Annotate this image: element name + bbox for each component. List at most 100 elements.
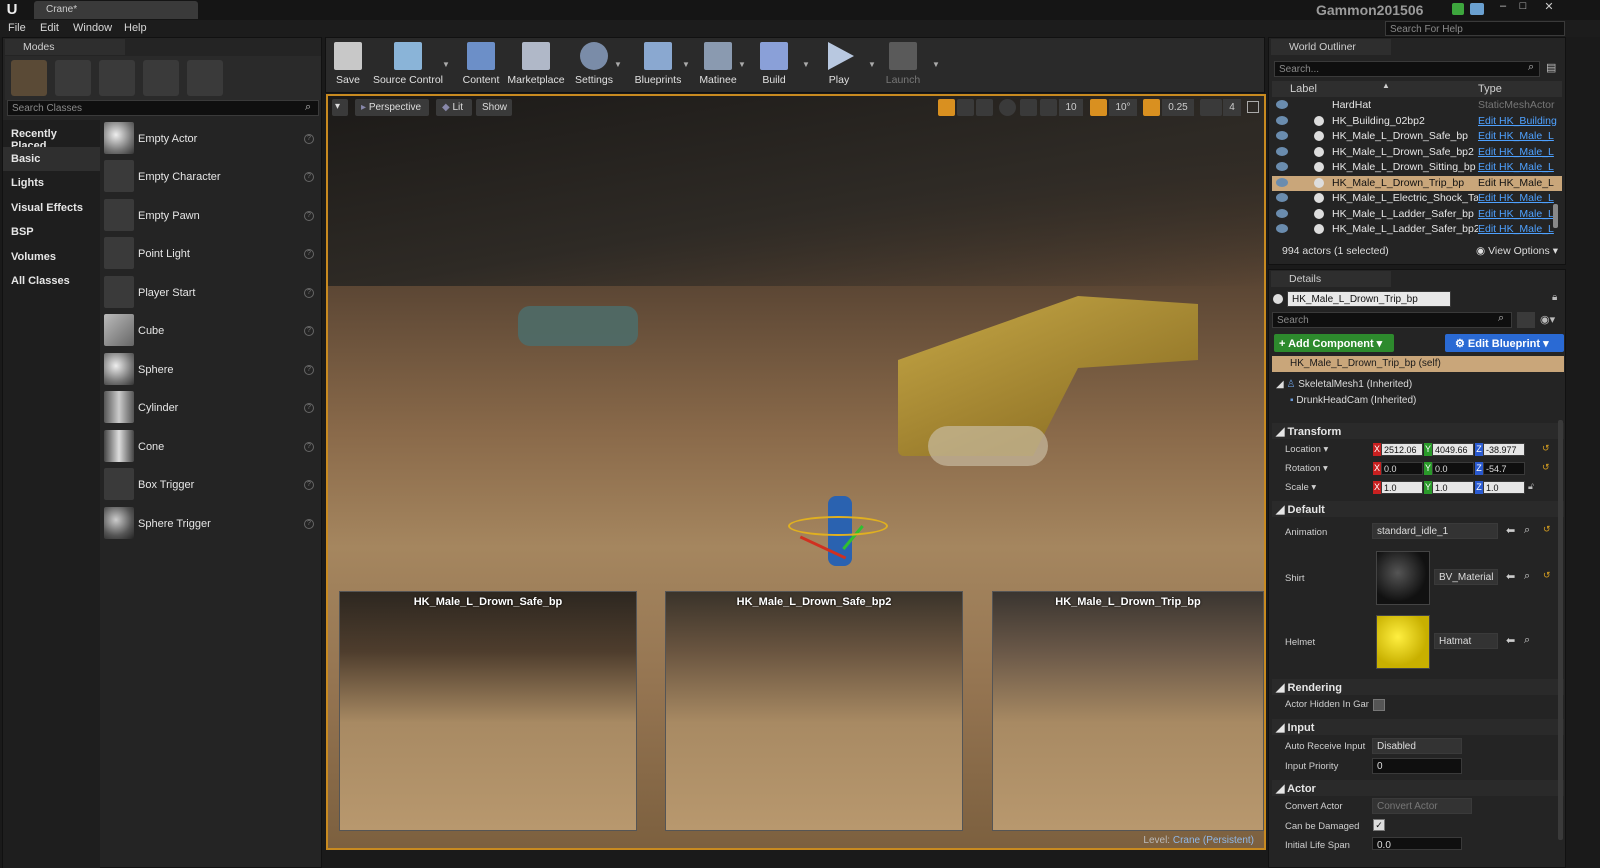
content-button[interactable]: Content (458, 40, 504, 90)
view-options-button[interactable]: ◉ View Options ▾ (1476, 245, 1558, 257)
actor-type[interactable]: Edit HK_Building (1478, 115, 1558, 127)
outliner-scrollbar[interactable] (1553, 204, 1558, 228)
matinee-button[interactable]: Matinee (696, 40, 740, 90)
table-row[interactable]: HK_Male_L_Drown_Safe_bp Edit HK_Male_L (1272, 129, 1562, 144)
visibility-eye-icon[interactable] (1276, 193, 1288, 202)
location-y-field[interactable]: 4049.66 (1432, 443, 1474, 456)
table-row[interactable]: HK_Male_L_Ladder_Safer_bp Edit HK_Male_L (1272, 207, 1562, 222)
rendering-section-header[interactable]: ◢ Rendering (1272, 679, 1564, 695)
actor-hidden-checkbox[interactable] (1373, 699, 1385, 711)
help-icon[interactable]: ? (304, 480, 314, 490)
scale-lock-icon[interactable]: 🔓︎ (1528, 481, 1534, 492)
location-label[interactable]: Location ▾ (1285, 444, 1328, 455)
scale-z-field[interactable]: 1.0 (1483, 481, 1525, 494)
scale-x-field[interactable]: 1.0 (1381, 481, 1423, 494)
rotation-z-field[interactable]: -54.7 (1483, 462, 1525, 475)
help-icon[interactable]: ? (304, 172, 314, 182)
paint-mode-icon[interactable] (55, 60, 91, 96)
foliage-mode-icon[interactable] (143, 60, 179, 96)
menu-help[interactable]: Help (124, 22, 147, 34)
category-bsp[interactable]: BSP (3, 220, 100, 244)
auto-receive-input-dropdown[interactable]: Disabled (1372, 738, 1462, 754)
viewport-menu-button[interactable]: ▾ (332, 99, 348, 116)
table-row[interactable]: HK_Male_L_Drown_Sitting_bp Edit HK_Male_L (1272, 160, 1562, 175)
settings-dropdown-icon[interactable]: ▼ (614, 60, 622, 69)
help-icon[interactable]: ? (304, 249, 314, 259)
surface-snap-icon[interactable] (1020, 99, 1037, 116)
scale-y-field[interactable]: 1.0 (1432, 481, 1474, 494)
actor-name-field[interactable]: HK_Male_L_Drown_Trip_bp (1287, 291, 1451, 307)
sort-ascending-icon[interactable]: ▲ (1382, 81, 1390, 90)
category-recently-placed[interactable]: Recently Placed (3, 122, 100, 152)
rotation-y-field[interactable]: 0.0 (1432, 462, 1474, 475)
visibility-eye-icon[interactable] (1276, 100, 1288, 109)
rotation-snap-icon[interactable] (1090, 99, 1107, 116)
source-control-button[interactable]: Source Control (370, 40, 446, 90)
visibility-eye-icon[interactable] (1276, 115, 1288, 125)
help-icon[interactable]: ? (304, 403, 314, 413)
rotation-label[interactable]: Rotation ▾ (1285, 463, 1328, 474)
document-tab[interactable]: Crane* (34, 1, 198, 19)
visibility-eye-icon[interactable] (1276, 224, 1288, 233)
visibility-eye-icon[interactable] (1276, 131, 1288, 140)
list-item[interactable]: Empty Pawn? (104, 199, 318, 233)
table-row[interactable]: HK_Male_L_Ladder_Safer_bp2 Edit HK_Male_L (1272, 222, 1562, 237)
maximize-button[interactable]: □ (1514, 0, 1532, 14)
search-classes-input[interactable]: Search Classes (7, 100, 319, 116)
rotation-x-field[interactable]: 0.0 (1381, 462, 1423, 475)
maximize-viewport-icon[interactable] (1247, 101, 1259, 113)
actor-type[interactable]: StaticMeshActor (1478, 99, 1558, 111)
browse-icon[interactable]: ⌕ (1524, 634, 1530, 647)
outliner-search-input[interactable]: Search... (1274, 61, 1540, 77)
list-item[interactable]: Point Light? (104, 237, 318, 271)
reset-shirt-icon[interactable]: ↺ (1543, 570, 1551, 581)
actor-type[interactable]: Edit HK_Male_L (1478, 177, 1558, 189)
list-item[interactable]: Player Start? (104, 276, 318, 310)
marketplace-button[interactable]: Marketplace (506, 40, 566, 90)
grid-snap-icon[interactable] (1040, 99, 1057, 116)
show-button[interactable]: Show (476, 99, 512, 116)
helmet-material-thumbnail[interactable] (1376, 615, 1430, 669)
help-icon[interactable]: ? (304, 519, 314, 529)
launch-button[interactable]: Launch (882, 40, 924, 90)
grid-snap-value[interactable]: 10 (1059, 99, 1083, 116)
table-row[interactable]: HK_Male_L_Electric_Shock_TalkingEdit HK_… (1272, 191, 1562, 206)
details-tab[interactable]: Details (1271, 271, 1391, 287)
list-item[interactable]: Empty Character? (104, 160, 318, 194)
category-visual-effects[interactable]: Visual Effects (3, 196, 100, 220)
outliner-add-icon[interactable]: ▤ (1546, 61, 1560, 75)
perspective-button[interactable]: ▸ Perspective (355, 99, 429, 116)
table-row[interactable]: HK_Male_L_Drown_Trip_bp Edit HK_Male_L (1272, 175, 1562, 191)
list-item[interactable]: Empty Actor? (104, 122, 318, 156)
edit-blueprint-button[interactable]: ⚙ Edit Blueprint ▾ (1445, 334, 1564, 352)
translate-mode-icon[interactable] (938, 99, 955, 116)
camera-speed-icon[interactable] (1200, 99, 1222, 116)
label-column-header[interactable]: Label (1290, 83, 1317, 95)
help-icon[interactable]: ? (304, 365, 314, 375)
details-scrollbar[interactable] (1558, 420, 1563, 840)
actor-type[interactable]: Edit HK_Male_L (1478, 223, 1558, 235)
place-mode-icon[interactable] (11, 60, 47, 96)
close-button[interactable]: ✕ (1538, 0, 1560, 14)
world-outliner-tab[interactable]: World Outliner (1271, 39, 1391, 55)
component-self-row[interactable]: HK_Male_L_Drown_Trip_bp (self) (1272, 356, 1564, 372)
help-icon[interactable]: ? (304, 288, 314, 298)
blueprints-button[interactable]: Blueprints (632, 40, 684, 90)
category-lights[interactable]: Lights (3, 171, 100, 195)
browse-icon[interactable]: ⌕ (1524, 524, 1530, 537)
actor-type[interactable]: Edit HK_Male_L (1478, 161, 1558, 173)
actor-type[interactable]: Edit HK_Male_L (1478, 208, 1558, 220)
component-row[interactable]: ◢ ♙ SkeletalMesh1 (Inherited) (1276, 379, 1412, 390)
source-control-status-icon[interactable] (1470, 3, 1484, 15)
visibility-eye-icon[interactable] (1276, 146, 1288, 156)
menu-edit[interactable]: Edit (40, 22, 59, 34)
category-basic[interactable]: Basic (3, 147, 100, 171)
add-component-button[interactable]: + Add Component ▾ (1274, 334, 1394, 352)
visibility-eye-icon[interactable] (1276, 162, 1288, 171)
play-dropdown-icon[interactable]: ▼ (868, 60, 876, 69)
lock-icon[interactable]: 🔒︎ (1552, 292, 1557, 303)
location-z-field[interactable]: -38.977 (1483, 443, 1525, 456)
list-item[interactable]: Cylinder? (104, 391, 318, 425)
location-x-field[interactable]: 2512.06 (1381, 443, 1423, 456)
can-be-damaged-checkbox[interactable]: ✓ (1373, 819, 1385, 831)
